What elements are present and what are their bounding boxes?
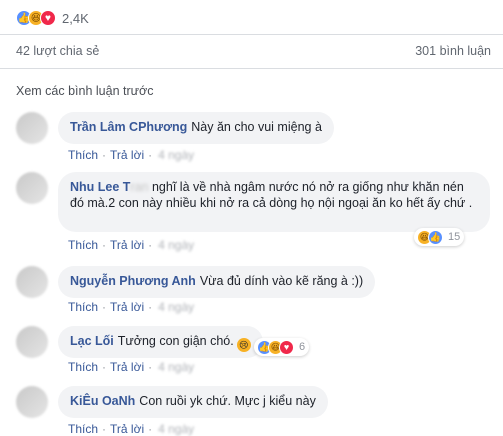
reaction-count: 15	[448, 231, 461, 243]
comment-author[interactable]: KiÊu OaNh	[70, 394, 135, 408]
comment-bubble: Lạc Lối Tưởng con giận chó. 😢	[58, 326, 263, 358]
comment-bubble: Nhu Lee Tran nghĩ là về nhà ngâm nước nó…	[58, 172, 490, 232]
reply-button[interactable]: Trả lời	[110, 238, 144, 252]
reply-button[interactable]: Trả lời	[110, 148, 144, 162]
avatar[interactable]	[16, 386, 48, 418]
like-button[interactable]: Thích	[68, 360, 98, 374]
comment-text: Tưởng con giận chó.	[117, 334, 234, 348]
comment-time[interactable]: 4 ngày	[158, 238, 194, 252]
like-button[interactable]: Thích	[68, 422, 98, 436]
comment-text: Con ruồi yk chứ. Mực j kiểu này	[139, 394, 316, 408]
comment-bubble: KiÊu OaNh Con ruồi yk chứ. Mực j kiểu này	[58, 386, 328, 418]
comment-actions: Thích · Trả lời · 4 ngày	[68, 238, 195, 252]
reaction-count: 6	[299, 341, 306, 353]
comment-bubble: Nguyễn Phương Anh Vừa đủ dính vào kẽ răng…	[58, 266, 376, 298]
reply-button[interactable]: Trả lời	[110, 360, 144, 374]
comment-actions: Thích · Trả lời · 4 ngày	[68, 300, 195, 314]
reaction-summary[interactable]: 👍 😆 ♥ 2,4K	[16, 8, 89, 28]
comment-author[interactable]: Nhu Lee T	[70, 180, 130, 194]
avatar[interactable]	[16, 112, 48, 144]
comment-count[interactable]: 301 bình luận	[415, 44, 491, 58]
love-icon: ♥	[279, 339, 294, 355]
comment-bubble: Trần Lâm CPhương Này ăn cho vui miệng à	[58, 112, 334, 144]
comment-actions: Thích · Trả lời · 4 ngày	[68, 360, 195, 374]
comment-author-hidden: ran	[130, 180, 149, 194]
divider	[0, 34, 503, 35]
share-count[interactable]: 42 lượt chia sẻ	[16, 44, 99, 58]
reply-button[interactable]: Trả lời	[110, 300, 144, 314]
comment-author[interactable]: Nguyễn Phương Anh	[70, 274, 196, 288]
comment-time[interactable]: 4 ngày	[158, 422, 194, 436]
like-icon: 👍	[428, 229, 443, 245]
comment-reactions[interactable]: 👍 😆 ♥ 6	[254, 338, 310, 356]
sad-emoji-icon: 😢	[236, 338, 251, 352]
reaction-count[interactable]: 2,4K	[62, 11, 89, 26]
comment-text: Vừa đủ dính vào kẽ răng à :))	[199, 274, 364, 288]
avatar[interactable]	[16, 326, 48, 358]
like-button[interactable]: Thích	[68, 148, 98, 162]
comment-reactions[interactable]: 😆 👍 15	[414, 228, 465, 246]
view-previous-comments-link[interactable]: Xem các bình luận trước	[16, 84, 153, 98]
comment-author[interactable]: Lạc Lối	[70, 334, 114, 348]
reply-button[interactable]: Trả lời	[110, 422, 144, 436]
divider	[0, 68, 503, 69]
like-button[interactable]: Thích	[68, 300, 98, 314]
comment-author[interactable]: Trần Lâm CPhương	[70, 120, 187, 134]
comment-time[interactable]: 4 ngày	[158, 300, 194, 314]
avatar[interactable]	[16, 266, 48, 298]
like-button[interactable]: Thích	[68, 238, 98, 252]
comment-time[interactable]: 4 ngày	[158, 360, 194, 374]
love-icon: ♥	[40, 10, 56, 26]
comment-actions: Thích · Trả lời · 4 ngày	[68, 148, 195, 162]
comment-actions: Thích · Trả lời · 4 ngày	[68, 422, 195, 436]
comment-text: Này ăn cho vui miệng à	[191, 120, 322, 134]
comment-time[interactable]: 4 ngày	[158, 148, 194, 162]
avatar[interactable]	[16, 172, 48, 204]
